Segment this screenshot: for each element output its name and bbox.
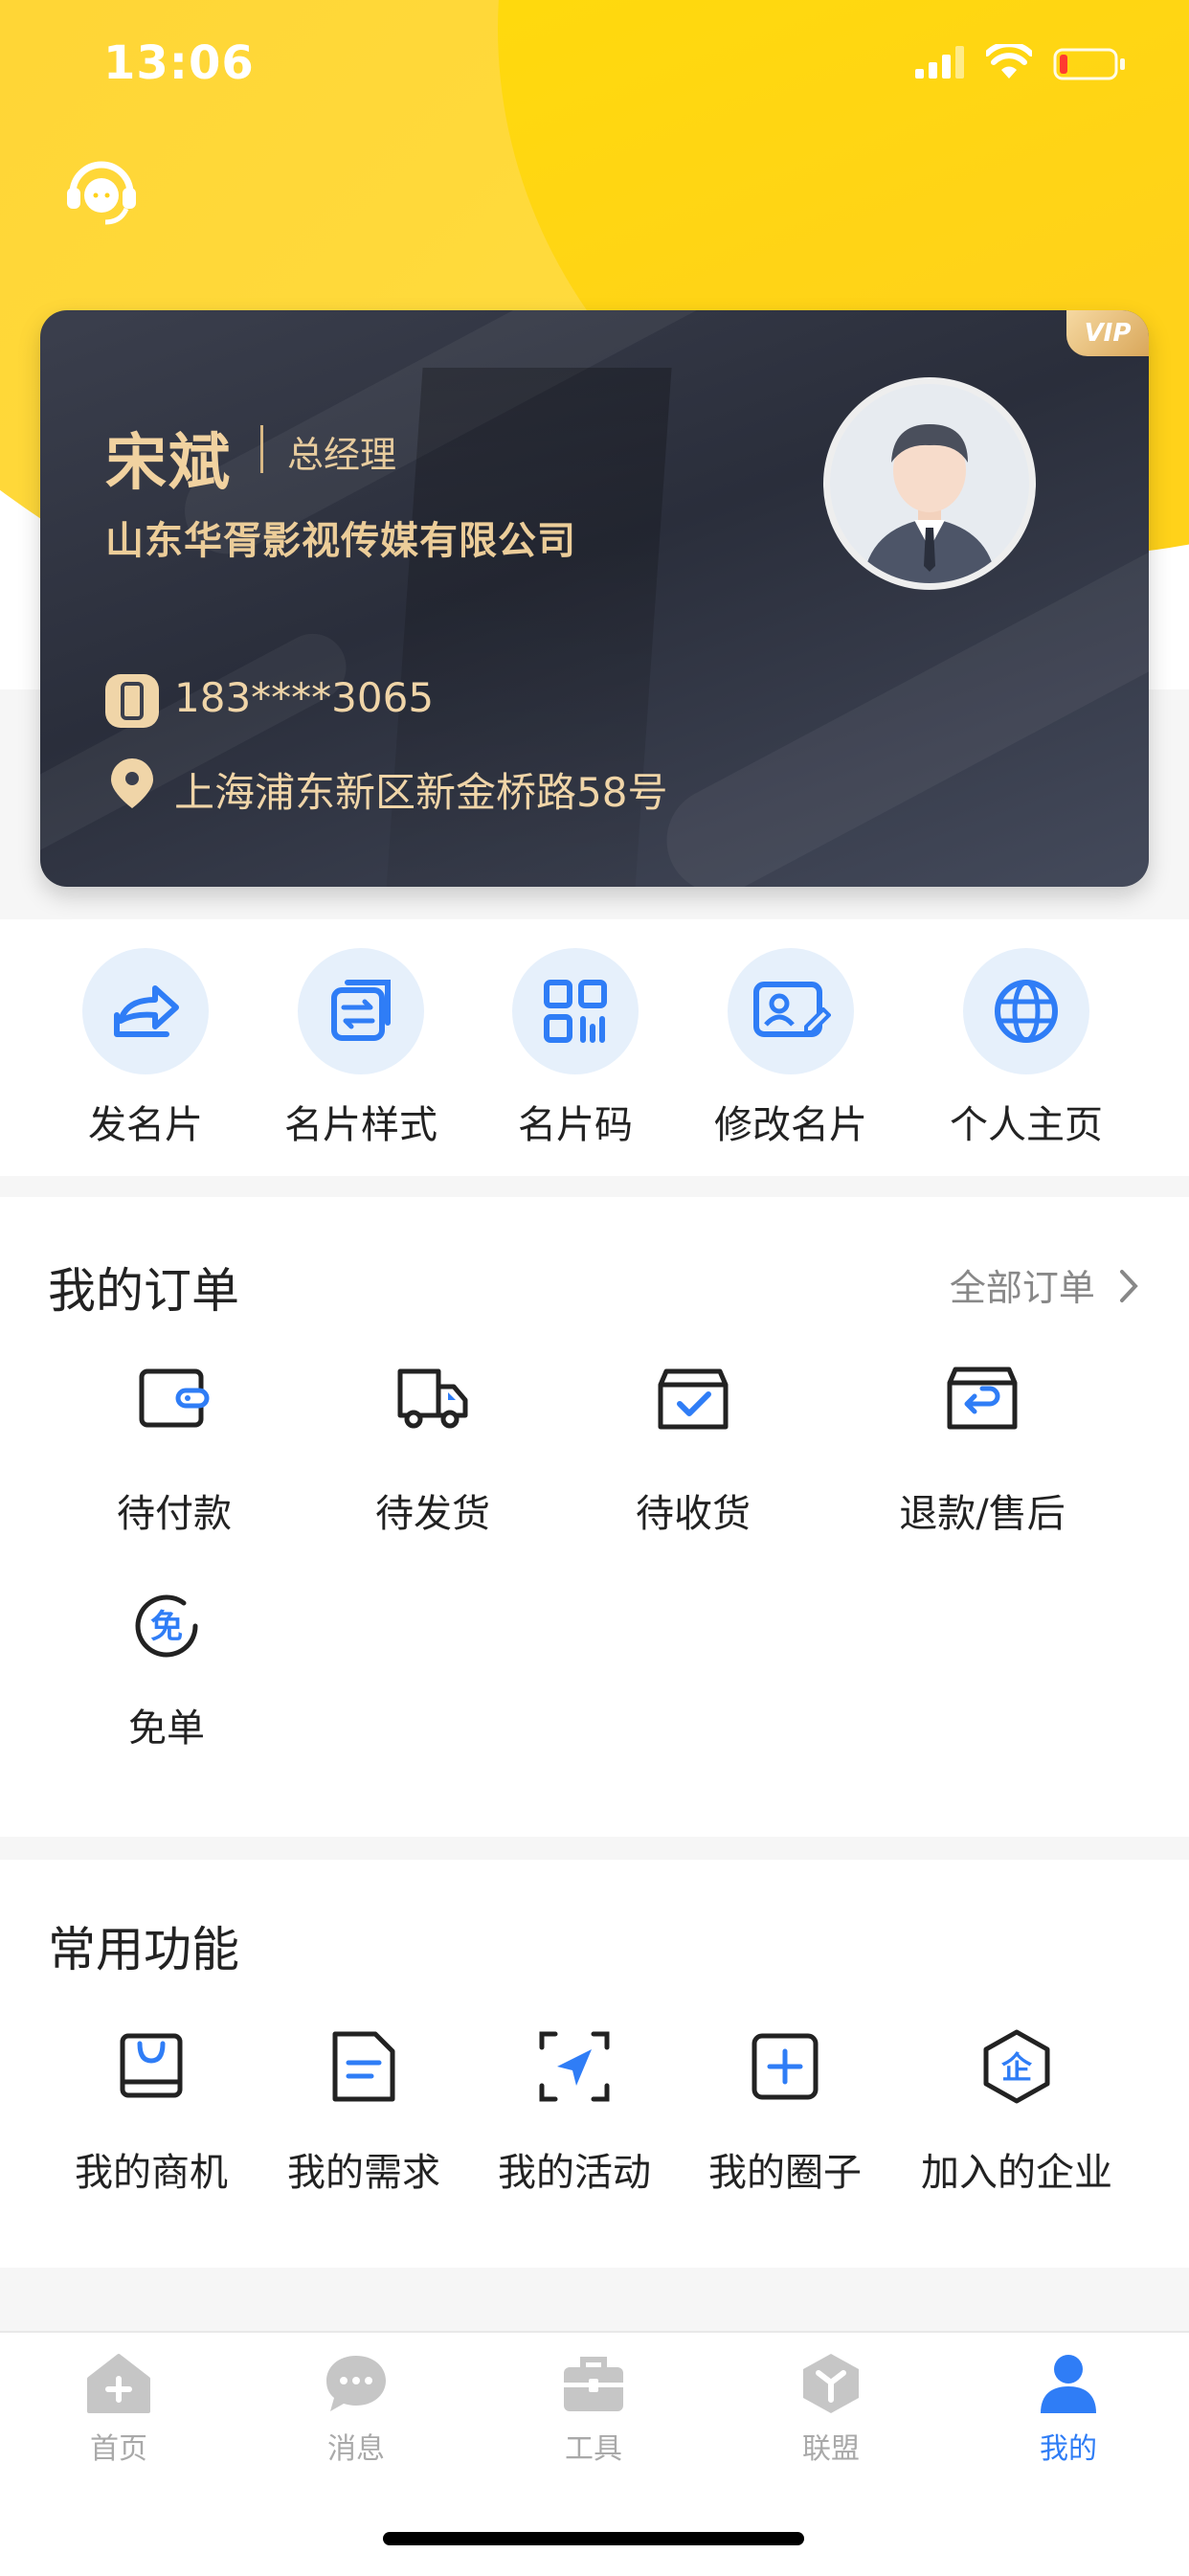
quick-action-label: 名片样式 [284,1103,437,1147]
business-card[interactable]: VIP 宋斌 总经理 山东华胥影视传媒有限公司 183****3065 上海浦东… [40,310,1149,887]
alliance-icon [803,2354,859,2413]
all-orders-link[interactable]: 全部订单 [950,1258,1141,1311]
share-icon [82,948,209,1074]
quick-action-edit-card[interactable]: 修改名片 [685,948,896,1149]
function-label: 加入的企业 [921,2151,1112,2195]
all-orders-label: 全部订单 [949,1267,1095,1309]
card-name: 宋斌 [105,428,232,499]
quick-action-card-code[interactable]: 名片码 [470,948,681,1149]
order-label: 待收货 [636,1492,751,1536]
home-indicator[interactable] [383,2532,804,2545]
plus-square-icon [752,2033,819,2100]
customer-service-icon[interactable] [63,153,140,230]
tab-home[interactable]: 首页 [42,2352,195,2467]
orders-title: 我的订单 [48,1263,239,1319]
quick-action-send-card[interactable]: 发名片 [40,948,251,1149]
tab-label: 联盟 [802,2432,860,2466]
tab-messages[interactable]: 消息 [280,2352,433,2467]
order-pending-payment[interactable]: 待付款 [40,1360,308,1538]
person-icon [1041,2355,1096,2413]
tab-label: 消息 [327,2432,385,2466]
order-label: 待付款 [117,1492,232,1536]
vip-badge: VIP [1066,310,1149,356]
enterprise-icon: 企 [983,2029,1050,2104]
quick-action-label: 个人主页 [950,1103,1103,1147]
tab-mine[interactable]: 我的 [992,2352,1145,2467]
quick-action-label: 发名片 [88,1103,203,1147]
send-icon [539,2031,610,2102]
function-label: 我的圈子 [708,2151,862,2195]
avatar-illustration [830,384,1029,583]
orders-section: 我的订单 全部订单 待付款 待发货 待收货 退款/售后 免 免单 [0,1197,1189,1837]
order-refund[interactable]: 退款/售后 [848,1360,1116,1538]
free-glyph: 免 [150,1608,183,1646]
tab-alliance[interactable]: 联盟 [754,2352,908,2467]
quick-action-label: 名片码 [518,1103,633,1147]
quick-action-label: 修改名片 [714,1103,867,1147]
return-icon [947,1367,1018,1430]
order-pending-receipt[interactable]: 待收货 [559,1360,827,1538]
function-enterprises[interactable]: 企 加入的企业 [883,2028,1151,2197]
order-label: 免单 [128,1706,205,1751]
functions-section: 常用功能 我的商机 我的需求 我的活动 我的圈子 企 加入的企业 [0,1860,1189,2268]
battery-icon [1053,48,1125,80]
order-free[interactable]: 免 免单 [33,1588,301,1752]
wallet-icon [139,1368,210,1428]
name-divider [260,425,263,473]
order-label: 退款/售后 [899,1492,1066,1536]
status-bar: 13:06 [0,0,1189,134]
function-circles[interactable]: 我的圈子 [651,2028,919,2197]
briefcase-icon [564,2357,623,2411]
order-label: 待发货 [375,1492,490,1536]
globe-icon [963,948,1089,1074]
free-icon: 免 [135,1594,198,1658]
phone-icon [105,674,159,728]
document-icon [332,2031,395,2102]
box-check-icon [658,1368,729,1430]
card-decoration [40,621,358,870]
home-icon [87,2354,150,2413]
quick-action-homepage[interactable]: 个人主页 [921,948,1132,1149]
signal-icon [915,46,964,79]
bag-icon [120,2033,183,2098]
edit-card-icon [728,948,854,1074]
card-role: 总经理 [287,434,397,476]
tab-label: 工具 [565,2432,622,2466]
avatar[interactable] [823,377,1036,590]
enterprise-glyph: 企 [1001,2049,1033,2086]
truck-icon [397,1368,468,1429]
card-phone[interactable]: 183****3065 [174,674,434,721]
message-icon [326,2356,386,2411]
functions-title: 常用功能 [48,1922,239,1977]
wifi-icon [986,44,1032,79]
location-pin-icon [111,758,153,808]
quick-action-card-style[interactable]: 名片样式 [256,948,466,1149]
tab-label: 首页 [90,2432,147,2466]
tab-label: 我的 [1040,2432,1097,2466]
chevron-right-icon [1120,1270,1138,1302]
qrcode-icon [512,948,639,1074]
order-pending-shipment[interactable]: 待发货 [299,1360,567,1538]
status-time: 13:06 [103,36,255,90]
swap-icon [298,948,424,1074]
card-address[interactable]: 上海浦东新区新金桥路58号 [174,760,667,819]
tab-tools[interactable]: 工具 [517,2352,670,2467]
card-company: 山东华胥影视传媒有限公司 [105,519,576,563]
quick-actions: 发名片 名片样式 名片码 修改名片 个人主页 [0,919,1189,1176]
